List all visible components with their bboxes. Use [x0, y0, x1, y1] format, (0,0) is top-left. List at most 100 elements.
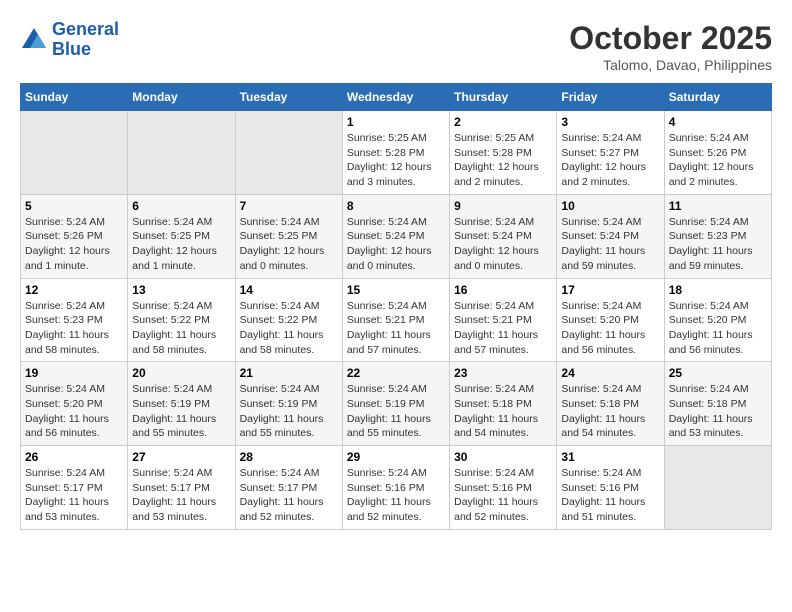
weekday-header-thursday: Thursday — [450, 84, 557, 111]
day-number: 8 — [347, 199, 445, 213]
day-number: 9 — [454, 199, 552, 213]
calendar-cell: 5Sunrise: 5:24 AM Sunset: 5:26 PM Daylig… — [21, 194, 128, 278]
day-number: 18 — [669, 283, 767, 297]
location-title: Talomo, Davao, Philippines — [569, 57, 772, 73]
calendar-cell: 27 Sunrise: 5:24 AM Sunset: 5:17 PM Dayli… — [128, 446, 235, 530]
day-info: Sunrise: 5:24 AM Sunset: 5:16 PM Dayligh… — [561, 466, 659, 525]
day-info: Sunrise: 5:24 AM Sunset: 5:20 PM Dayligh… — [669, 299, 767, 358]
day-info: Sunrise: 5:24 AM Sunset: 5:17 PM Dayligh… — [240, 466, 338, 525]
day-info: Sunrise: 5:24 AM Sunset: 5:24 PM Dayligh… — [347, 215, 445, 274]
calendar-cell: 17 Sunrise: 5:24 AM Sunset: 5:20 PM Dayli… — [557, 278, 664, 362]
day-info: Sunrise: 5:24 AM Sunset: 5:23 PM Dayligh… — [669, 215, 767, 274]
day-number: 10 — [561, 199, 659, 213]
day-info: Sunrise: 5:25 AM Sunset: 5:28 PM Dayligh… — [347, 131, 445, 190]
day-number: 4 — [669, 115, 767, 129]
logo-general: General — [52, 19, 119, 39]
weekday-header-friday: Friday — [557, 84, 664, 111]
calendar-cell: 6 Sunrise: 5:24 AM Sunset: 5:25 PM Daylig… — [128, 194, 235, 278]
calendar-cell: 10Sunrise: 5:24 AM Sunset: 5:24 PM Dayli… — [557, 194, 664, 278]
day-number: 16 — [454, 283, 552, 297]
day-number: 28 — [240, 450, 338, 464]
calendar-cell: 13 Sunrise: 5:24 AM Sunset: 5:22 PM Dayli… — [128, 278, 235, 362]
day-number: 25 — [669, 366, 767, 380]
calendar-cell — [128, 111, 235, 195]
day-info: Sunrise: 5:24 AM Sunset: 5:26 PM Dayligh… — [25, 215, 123, 274]
day-number: 3 — [561, 115, 659, 129]
day-number: 19 — [25, 366, 123, 380]
weekday-header-row: SundayMondayTuesdayWednesdayThursdayFrid… — [21, 84, 772, 111]
day-info: Sunrise: 5:24 AM Sunset: 5:25 PM Dayligh… — [240, 215, 338, 274]
day-number: 29 — [347, 450, 445, 464]
day-number: 27 — [132, 450, 230, 464]
day-number: 30 — [454, 450, 552, 464]
day-number: 2 — [454, 115, 552, 129]
day-info: Sunrise: 5:24 AM Sunset: 5:22 PM Dayligh… — [132, 299, 230, 358]
calendar-cell — [664, 446, 771, 530]
day-number: 17 — [561, 283, 659, 297]
day-info: Sunrise: 5:24 AM Sunset: 5:21 PM Dayligh… — [347, 299, 445, 358]
day-number: 15 — [347, 283, 445, 297]
calendar-cell: 11 Sunrise: 5:24 AM Sunset: 5:23 PM Dayli… — [664, 194, 771, 278]
calendar-cell: 18 Sunrise: 5:24 AM Sunset: 5:20 PM Dayli… — [664, 278, 771, 362]
calendar-cell: 21 Sunrise: 5:24 AM Sunset: 5:19 PM Dayli… — [235, 362, 342, 446]
calendar-cell: 24 Sunrise: 5:24 AM Sunset: 5:18 PM Dayli… — [557, 362, 664, 446]
day-number: 11 — [669, 199, 767, 213]
day-info: Sunrise: 5:24 AM Sunset: 5:18 PM Dayligh… — [669, 382, 767, 441]
calendar-cell: 8 Sunrise: 5:24 AM Sunset: 5:24 PM Daylig… — [342, 194, 449, 278]
calendar-week-5: 26 Sunrise: 5:24 AM Sunset: 5:17 PM Dayli… — [21, 446, 772, 530]
page-header: General Blue October 2025 Talomo, Davao,… — [20, 20, 772, 73]
calendar-cell: 2Sunrise: 5:25 AM Sunset: 5:28 PM Daylig… — [450, 111, 557, 195]
weekday-header-sunday: Sunday — [21, 84, 128, 111]
calendar-cell: 30 Sunrise: 5:24 AM Sunset: 5:16 PM Dayli… — [450, 446, 557, 530]
title-block: October 2025 Talomo, Davao, Philippines — [569, 20, 772, 73]
day-info: Sunrise: 5:24 AM Sunset: 5:22 PM Dayligh… — [240, 299, 338, 358]
weekday-header-saturday: Saturday — [664, 84, 771, 111]
calendar-cell — [235, 111, 342, 195]
day-info: Sunrise: 5:24 AM Sunset: 5:17 PM Dayligh… — [25, 466, 123, 525]
day-number: 13 — [132, 283, 230, 297]
calendar-week-2: 5Sunrise: 5:24 AM Sunset: 5:26 PM Daylig… — [21, 194, 772, 278]
calendar-cell: 16 Sunrise: 5:24 AM Sunset: 5:21 PM Dayli… — [450, 278, 557, 362]
day-info: Sunrise: 5:24 AM Sunset: 5:19 PM Dayligh… — [240, 382, 338, 441]
day-number: 6 — [132, 199, 230, 213]
day-info: Sunrise: 5:24 AM Sunset: 5:16 PM Dayligh… — [454, 466, 552, 525]
weekday-header-monday: Monday — [128, 84, 235, 111]
weekday-header-tuesday: Tuesday — [235, 84, 342, 111]
day-info: Sunrise: 5:24 AM Sunset: 5:16 PM Dayligh… — [347, 466, 445, 525]
calendar-week-3: 12 Sunrise: 5:24 AM Sunset: 5:23 PM Dayli… — [21, 278, 772, 362]
day-number: 24 — [561, 366, 659, 380]
day-number: 14 — [240, 283, 338, 297]
day-info: Sunrise: 5:24 AM Sunset: 5:25 PM Dayligh… — [132, 215, 230, 274]
calendar-cell: 25 Sunrise: 5:24 AM Sunset: 5:18 PM Dayli… — [664, 362, 771, 446]
day-number: 7 — [240, 199, 338, 213]
logo: General Blue — [20, 20, 119, 60]
calendar-cell: 7 Sunrise: 5:24 AM Sunset: 5:25 PM Daylig… — [235, 194, 342, 278]
day-number: 21 — [240, 366, 338, 380]
day-info: Sunrise: 5:24 AM Sunset: 5:23 PM Dayligh… — [25, 299, 123, 358]
month-title: October 2025 — [569, 20, 772, 57]
weekday-header-wednesday: Wednesday — [342, 84, 449, 111]
day-info: Sunrise: 5:24 AM Sunset: 5:20 PM Dayligh… — [561, 299, 659, 358]
calendar-cell: 1Sunrise: 5:25 AM Sunset: 5:28 PM Daylig… — [342, 111, 449, 195]
calendar-cell: 22Sunrise: 5:24 AM Sunset: 5:19 PM Dayli… — [342, 362, 449, 446]
calendar-cell: 31 Sunrise: 5:24 AM Sunset: 5:16 PM Dayli… — [557, 446, 664, 530]
day-info: Sunrise: 5:24 AM Sunset: 5:21 PM Dayligh… — [454, 299, 552, 358]
calendar-cell: 15 Sunrise: 5:24 AM Sunset: 5:21 PM Dayli… — [342, 278, 449, 362]
calendar-table: SundayMondayTuesdayWednesdayThursdayFrid… — [20, 83, 772, 530]
day-number: 31 — [561, 450, 659, 464]
day-info: Sunrise: 5:24 AM Sunset: 5:17 PM Dayligh… — [132, 466, 230, 525]
day-number: 26 — [25, 450, 123, 464]
day-info: Sunrise: 5:24 AM Sunset: 5:26 PM Dayligh… — [669, 131, 767, 190]
calendar-cell: 23 Sunrise: 5:24 AM Sunset: 5:18 PM Dayli… — [450, 362, 557, 446]
day-info: Sunrise: 5:24 AM Sunset: 5:19 PM Dayligh… — [347, 382, 445, 441]
day-info: Sunrise: 5:24 AM Sunset: 5:27 PM Dayligh… — [561, 131, 659, 190]
day-number: 12 — [25, 283, 123, 297]
day-info: Sunrise: 5:24 AM Sunset: 5:18 PM Dayligh… — [454, 382, 552, 441]
calendar-week-1: 1Sunrise: 5:25 AM Sunset: 5:28 PM Daylig… — [21, 111, 772, 195]
day-number: 23 — [454, 366, 552, 380]
day-number: 20 — [132, 366, 230, 380]
logo-text: General Blue — [52, 20, 119, 60]
calendar-cell: 19 Sunrise: 5:24 AM Sunset: 5:20 PM Dayli… — [21, 362, 128, 446]
day-info: Sunrise: 5:24 AM Sunset: 5:20 PM Dayligh… — [25, 382, 123, 441]
day-info: Sunrise: 5:24 AM Sunset: 5:18 PM Dayligh… — [561, 382, 659, 441]
